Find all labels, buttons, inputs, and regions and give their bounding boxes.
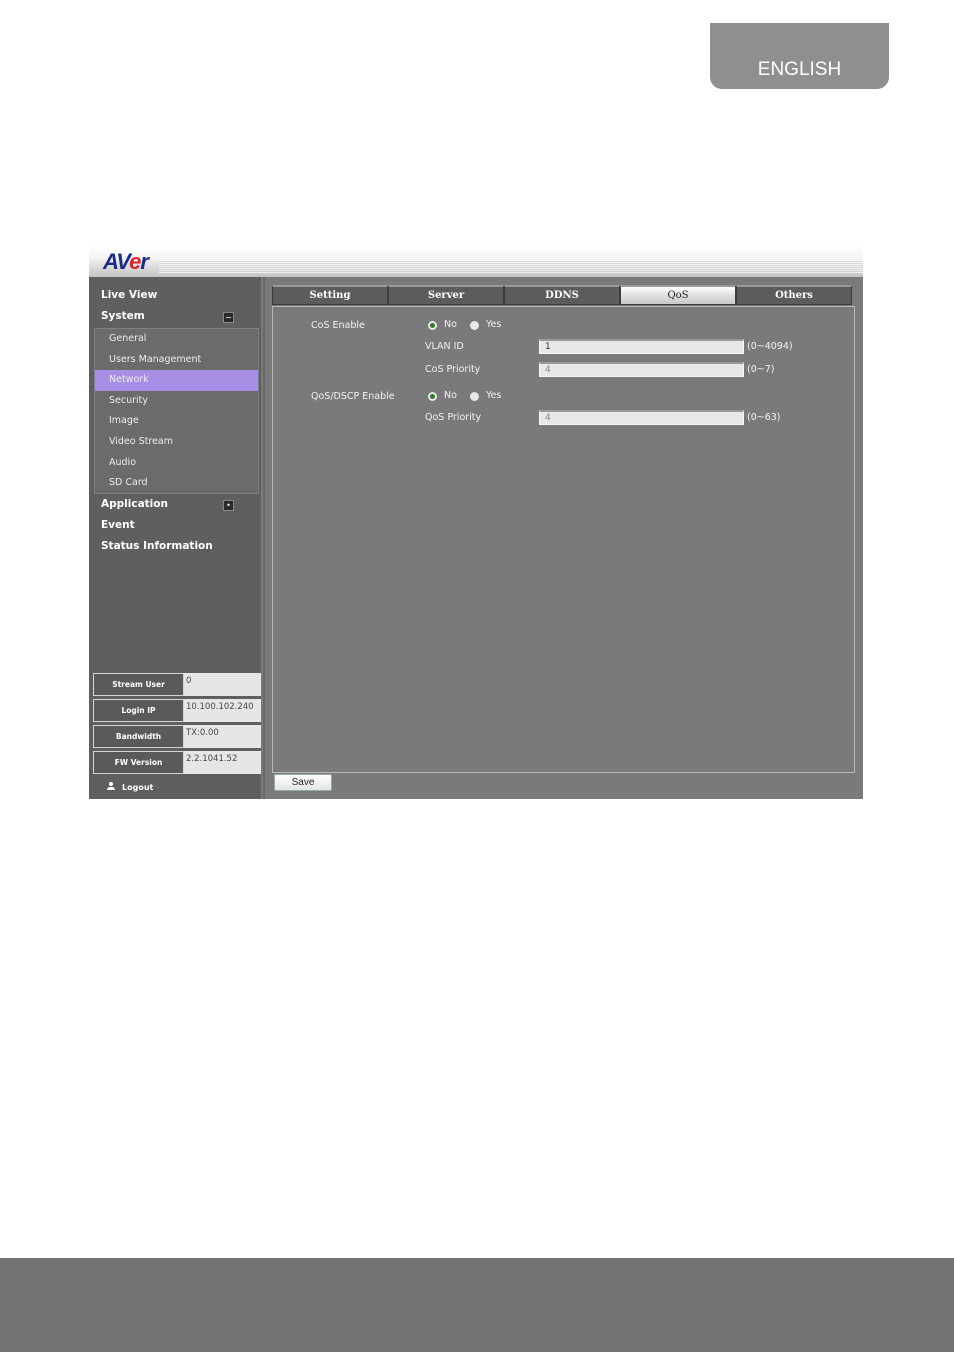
sidebar-item-network[interactable]: Network <box>95 370 258 391</box>
info-login-ip: Login IP 10.100.102.240 <box>93 699 261 722</box>
sidebar-item-image[interactable]: Image <box>95 411 258 432</box>
sidebar-item-audio[interactable]: Audio <box>95 453 258 474</box>
cos-enable-no-label: No <box>444 319 457 330</box>
aver-logo: AVer <box>103 249 149 274</box>
info-label: Login IP <box>93 699 184 722</box>
tab-qos[interactable]: QoS <box>620 285 736 305</box>
tab-ddns[interactable]: DDNS <box>504 285 620 305</box>
sidebar-item-general[interactable]: General <box>95 329 258 350</box>
info-label: Stream User <box>93 673 184 696</box>
page-footer-bar <box>0 1258 954 1352</box>
qos-priority-range: (0~63) <box>747 412 781 423</box>
sidebar-item-sd-card[interactable]: SD Card <box>95 473 258 494</box>
collapse-icon[interactable]: − <box>223 312 234 323</box>
logout-button[interactable]: Logout <box>107 782 153 792</box>
vlan-id-range: (0~4094) <box>747 341 793 352</box>
tab-bar: Setting Server DDNS QoS Others <box>272 285 852 305</box>
cos-enable-label: CoS Enable <box>311 320 365 331</box>
cos-priority-label: CoS Priority <box>425 364 481 375</box>
header-stripes <box>159 260 863 274</box>
qos-priority-label: QoS Priority <box>425 412 482 423</box>
cos-enable-yes-radio[interactable] <box>470 321 479 330</box>
tab-others[interactable]: Others <box>736 285 852 305</box>
info-fw-version: FW Version 2.2.1041.52 <box>93 751 261 774</box>
sidebar-item-security[interactable]: Security <box>95 391 258 412</box>
cos-priority-input[interactable]: 4 <box>539 362 744 377</box>
language-tab: ENGLISH <box>710 23 889 89</box>
logout-label: Logout <box>122 783 154 792</box>
cos-enable-yes-label: Yes <box>486 319 502 330</box>
vlan-id-label: VLAN ID <box>425 341 464 352</box>
save-button[interactable]: Save <box>274 774 332 791</box>
info-value: 2.2.1041.52 <box>184 751 261 774</box>
info-bandwidth: Bandwidth TX:0.00 <box>93 725 261 748</box>
qos-panel: CoS Enable No Yes VLAN ID 1 (0~4094) CoS… <box>272 306 855 773</box>
sidebar-item-event[interactable]: Event <box>101 519 135 531</box>
dscp-enable-label: QoS/DSCP Enable <box>311 391 395 402</box>
camera-web-ui: AVer Live View System − General Users Ma… <box>89 246 863 799</box>
sidebar: Live View System − General Users Managem… <box>89 277 263 799</box>
cos-enable-no-radio[interactable] <box>428 321 437 330</box>
user-icon <box>107 782 115 791</box>
sidebar-item-video-stream[interactable]: Video Stream <box>95 432 258 453</box>
app-header: AVer <box>89 246 863 277</box>
sidebar-item-system[interactable]: System <box>101 310 145 322</box>
info-label: Bandwidth <box>93 725 184 748</box>
qos-priority-input[interactable]: 4 <box>539 410 744 425</box>
tab-server[interactable]: Server <box>388 285 504 305</box>
tab-setting[interactable]: Setting <box>272 285 388 305</box>
info-value: 10.100.102.240 <box>184 699 261 722</box>
cos-priority-range: (0~7) <box>747 364 775 375</box>
sidebar-item-status-information[interactable]: Status Information <box>101 540 213 552</box>
sidebar-item-live-view[interactable]: Live View <box>101 289 157 301</box>
expand-icon[interactable]: • <box>223 500 234 511</box>
info-value: TX:0.00 <box>184 725 261 748</box>
sidebar-item-application[interactable]: Application <box>101 498 168 510</box>
main-content: Setting Server DDNS QoS Others CoS Enabl… <box>265 277 863 799</box>
vlan-id-input[interactable]: 1 <box>539 339 744 354</box>
dscp-enable-no-label: No <box>444 390 457 401</box>
dscp-enable-yes-label: Yes <box>486 390 502 401</box>
info-label: FW Version <box>93 751 184 774</box>
dscp-enable-no-radio[interactable] <box>428 392 437 401</box>
dscp-enable-yes-radio[interactable] <box>470 392 479 401</box>
info-value: 0 <box>184 673 261 696</box>
info-stream-user: Stream User 0 <box>93 673 261 696</box>
system-submenu: General Users Management Network Securit… <box>94 328 259 494</box>
sidebar-item-users-management[interactable]: Users Management <box>95 350 258 371</box>
